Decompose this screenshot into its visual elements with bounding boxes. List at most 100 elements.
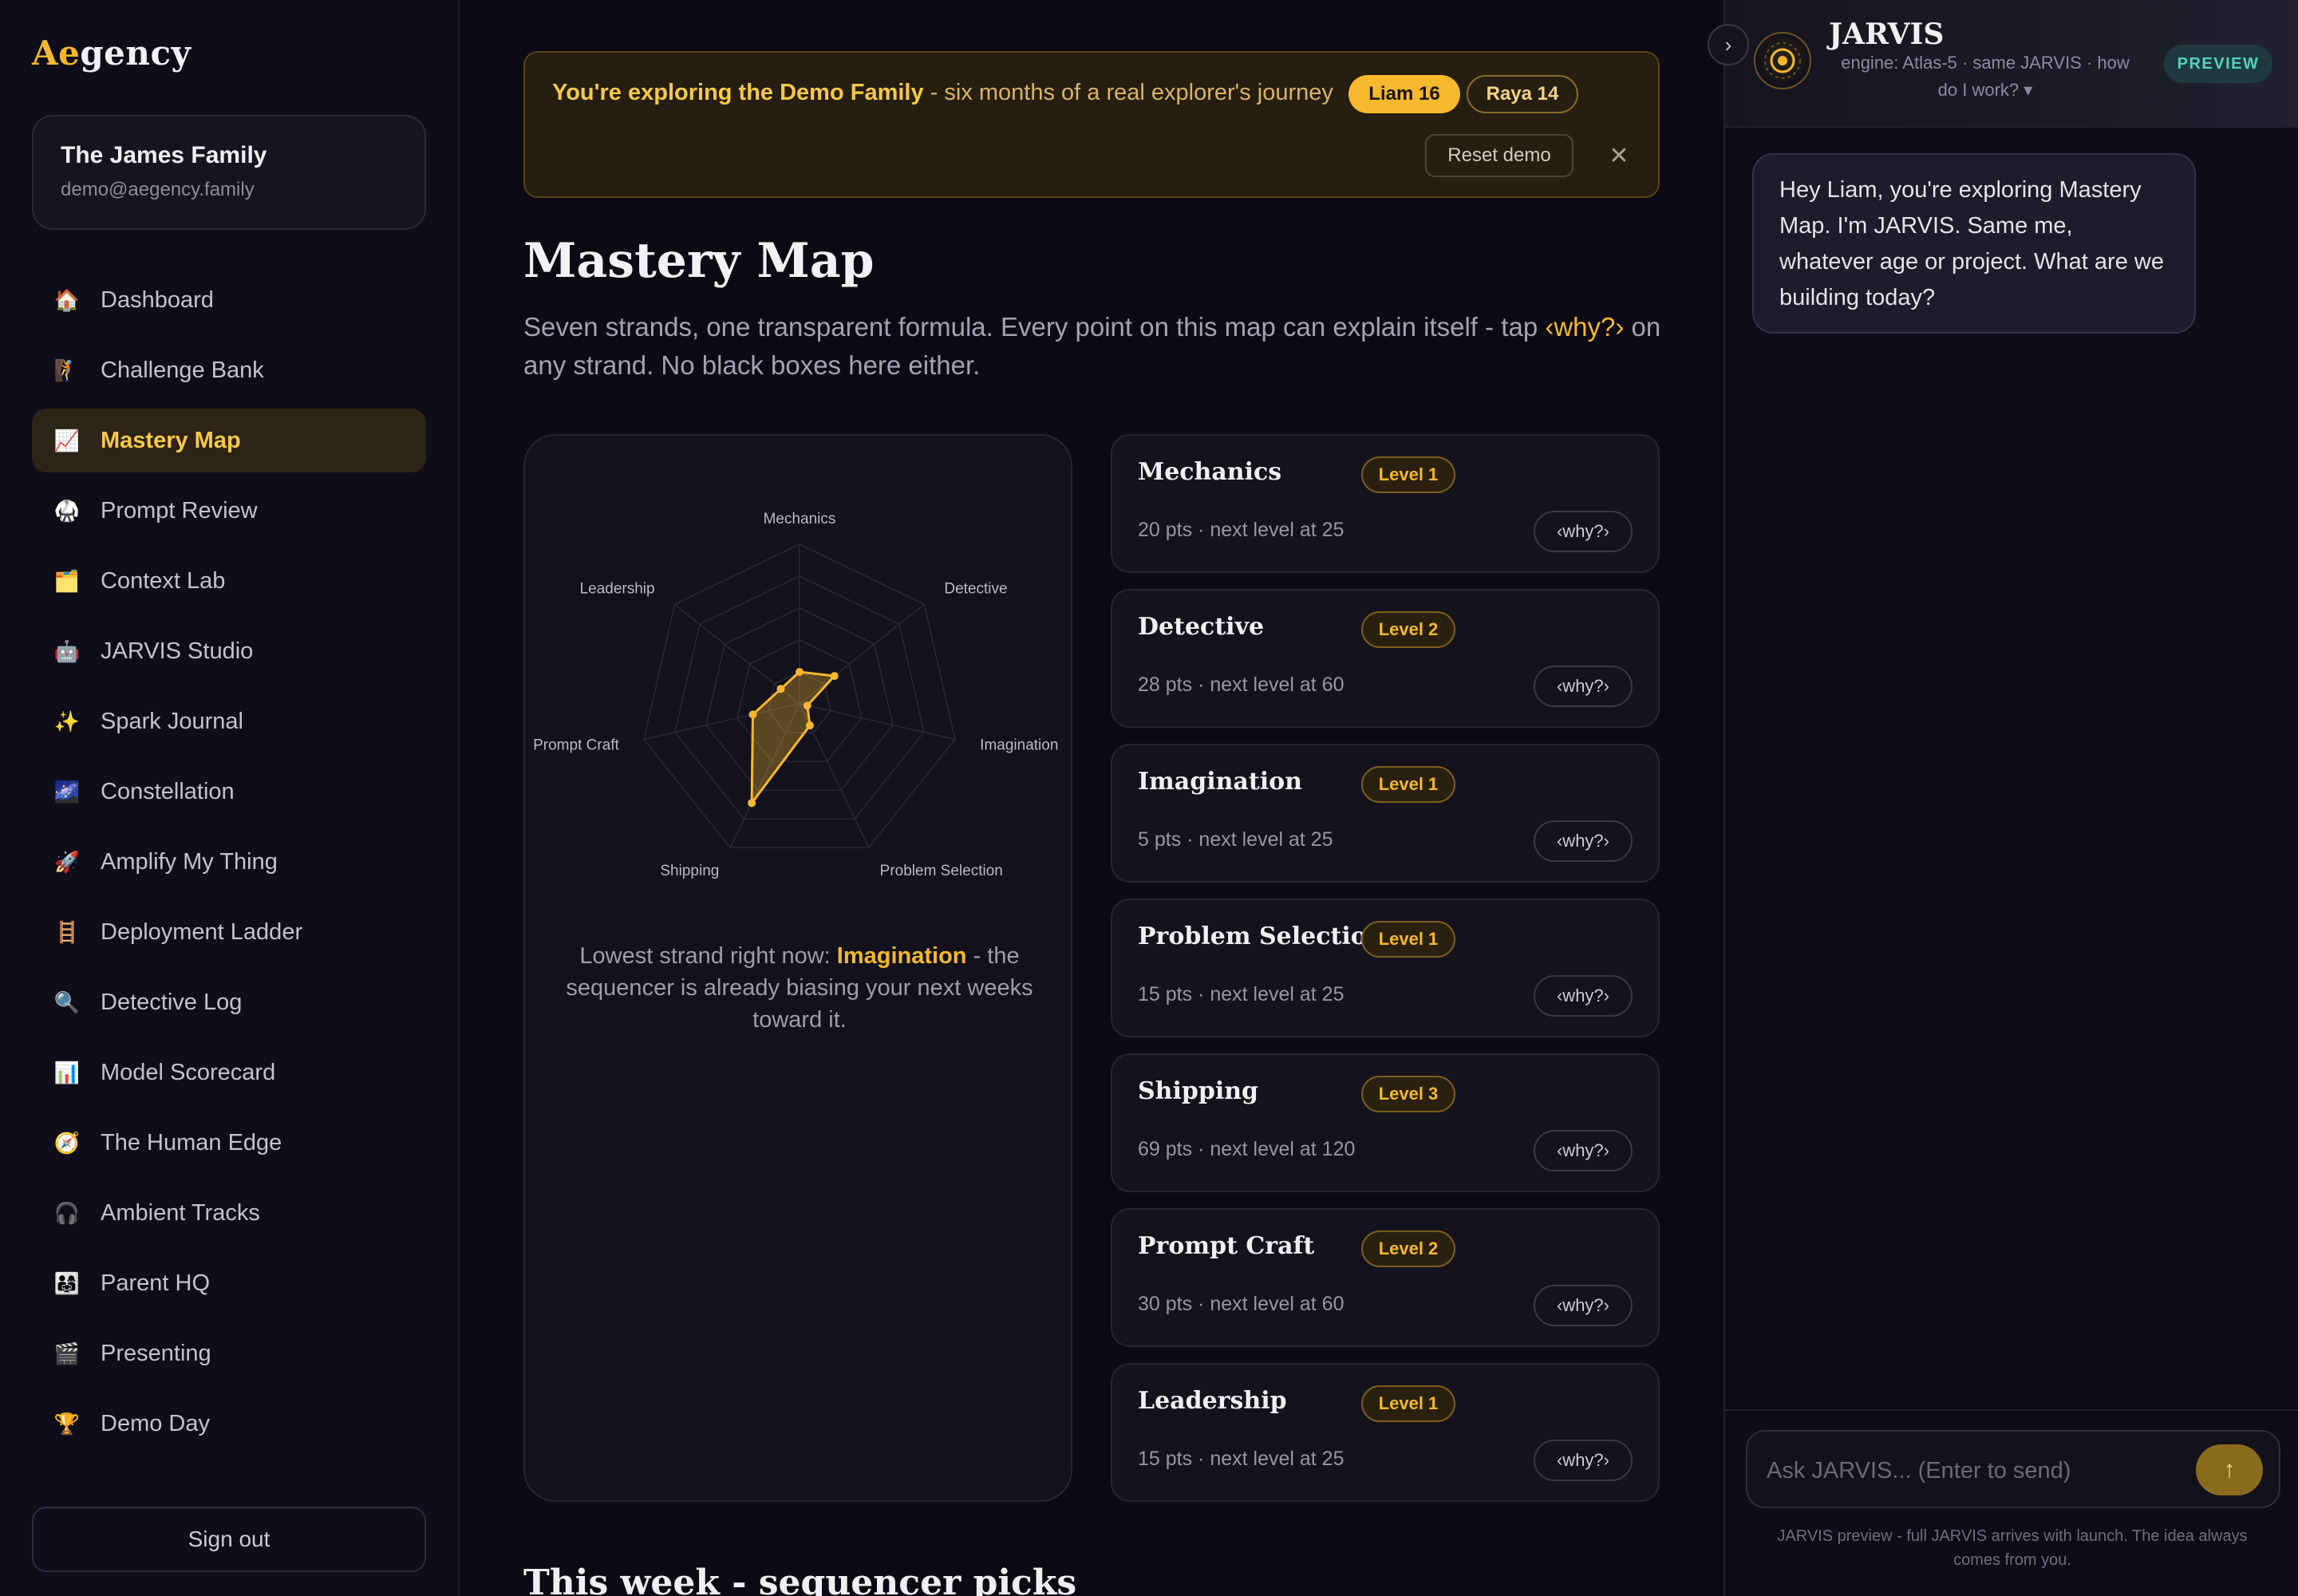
family-email: demo@aegency.family [61, 179, 255, 200]
mastery-radar-chart: Mechanics Detective Imagination Problem Sel… [533, 511, 1058, 879]
radar-axis-label: Prompt Craft [533, 737, 619, 754]
why-button[interactable]: ‹why?› [1534, 511, 1633, 552]
sidebar-item-parent-hq[interactable]: 👨‍👩‍👧 Parent HQ [32, 1251, 426, 1315]
send-arrow-icon[interactable]: ↑ [2196, 1444, 2263, 1495]
app-logo[interactable]: Aegency [32, 34, 191, 73]
strand-list: Mechanics Level 1 20 pts · next level at 2… [1111, 434, 1660, 1518]
sidebar-item-label: Challenge Bank [101, 357, 264, 383]
sidebar-item-label: Dashboard [101, 286, 214, 313]
close-icon[interactable]: ✕ [1599, 136, 1639, 176]
bar-chart-icon: 📊 [53, 1060, 81, 1084]
sidebar-item-label: Spark Journal [101, 708, 243, 734]
why-button[interactable]: ‹why?› [1534, 1440, 1633, 1481]
jarvis-message: Hey Liam, you're exploring Mastery Map. … [1752, 153, 2196, 334]
strand-level-badge: Level 1 [1361, 456, 1455, 493]
strand-level-badge: Level 2 [1361, 611, 1455, 648]
jarvis-chat-input[interactable] [1767, 1451, 2182, 1491]
banner-strong-text: You're exploring the Demo Family [552, 80, 924, 105]
why-button[interactable]: ‹why?› [1534, 975, 1633, 1017]
sidebar-item-demo-day[interactable]: 🏆 Demo Day [32, 1392, 426, 1456]
sidebar-item-constellation[interactable]: 🌌 Constellation [32, 760, 426, 824]
chart-up-icon: 📈 [53, 428, 81, 452]
sidebar-item-mastery-map[interactable]: 📈 Mastery Map [32, 409, 426, 472]
sign-out-button[interactable]: Sign out [32, 1507, 426, 1572]
sidebar-item-label: Prompt Review [101, 497, 258, 523]
sidebar-item-model-scorecard[interactable]: 📊 Model Scorecard [32, 1041, 426, 1104]
sidebar-item-label: Detective Log [101, 989, 243, 1015]
sidebar-item-challenge-bank[interactable]: 🧗 Challenge Bank [32, 338, 426, 402]
sidebar-item-label: JARVIS Studio [101, 638, 254, 664]
house-icon: 🏠 [53, 287, 81, 312]
sidebar-item-ambient-tracks[interactable]: 🎧 Ambient Tracks [32, 1181, 426, 1245]
why-button[interactable]: ‹why?› [1534, 666, 1633, 707]
radar-area [750, 670, 837, 807]
radar-card: Mechanics Detective Imagination Problem Sel… [523, 434, 1072, 1502]
sidebar-item-label: Amplify My Thing [101, 848, 278, 875]
page-description: Seven strands, one transparent formula. … [523, 308, 1664, 385]
why-button[interactable]: ‹why?› [1534, 1130, 1633, 1171]
sidebar-item-detective-log[interactable]: 🔍 Detective Log [32, 970, 426, 1034]
rocket-icon: 🚀 [53, 849, 81, 874]
logo-text: gency [80, 34, 192, 73]
reset-demo-button[interactable]: Reset demo [1425, 134, 1573, 177]
strand-level-badge: Level 1 [1361, 766, 1455, 803]
sidebar-item-the-human-edge[interactable]: 🧭 The Human Edge [32, 1111, 426, 1175]
lowest-strand-note: Lowest strand right now: Imagination - t… [565, 940, 1034, 1036]
sidebar-nav: 🏠 Dashboard 🧗 Challenge Bank 📈 Mastery Map 🥋 Pr… [32, 268, 426, 1462]
sidebar-item-jarvis-studio[interactable]: 🤖 JARVIS Studio [32, 619, 426, 683]
strand-name: Shipping [1138, 1077, 1259, 1105]
strand-card-leadership: Leadership Level 1 15 pts · next level at … [1111, 1363, 1660, 1502]
strand-card-prompt-craft: Prompt Craft Level 2 30 pts · next level a… [1111, 1208, 1660, 1347]
martial-arts-icon: 🥋 [53, 498, 81, 523]
strand-points: 15 pts · next level at 25 [1138, 983, 1344, 1005]
sidebar-item-label: Deployment Ladder [101, 918, 303, 945]
magnifier-icon: 🔍 [53, 990, 81, 1014]
sidebar-item-spark-journal[interactable]: ✨ Spark Journal [32, 689, 426, 753]
jarvis-avatar [1754, 32, 1811, 89]
strand-card-imagination: Imagination Level 1 5 pts · next level at … [1111, 744, 1660, 883]
family-icon: 👨‍👩‍👧 [53, 1270, 81, 1295]
strand-card-shipping: Shipping Level 3 69 pts · next level at 12… [1111, 1053, 1660, 1192]
sidebar-item-presenting[interactable]: 🎬 Presenting [32, 1321, 426, 1385]
jarvis-orb-icon [1764, 42, 1801, 79]
galaxy-icon: 🌌 [53, 779, 81, 804]
family-card[interactable]: The James Family demo@aegency.family [32, 115, 426, 230]
headphones-icon: 🎧 [53, 1200, 81, 1225]
radar-point-shipping [748, 799, 756, 808]
strand-level-badge: Level 3 [1361, 1076, 1455, 1112]
robot-icon: 🤖 [53, 638, 81, 663]
radar-data [748, 668, 839, 808]
strand-card-detective: Detective Level 2 28 pts · next level at 6… [1111, 589, 1660, 728]
desc-text-before: Seven strands, one transparent formula. … [523, 312, 1546, 342]
jarvis-name: JARVIS [1829, 18, 1945, 51]
sidebar-item-dashboard[interactable]: 🏠 Dashboard [32, 268, 426, 332]
profile-pill-raya[interactable]: Raya 14 [1467, 75, 1578, 113]
page-title: Mastery Map [523, 233, 875, 289]
climber-icon: 🧗 [53, 358, 81, 382]
radar-point-leadership [776, 685, 785, 693]
sidebar-item-context-lab[interactable]: 🗂️ Context Lab [32, 549, 426, 613]
jarvis-engine-info[interactable]: engine: Atlas-5 · same JARVIS · how do I… [1829, 49, 2142, 104]
main-content: You're exploring the Demo Family - six m… [461, 0, 1724, 1596]
strand-points: 69 pts · next level at 120 [1138, 1138, 1356, 1160]
radar-axis-label: Problem Selection [880, 863, 1003, 879]
strand-points: 15 pts · next level at 25 [1138, 1448, 1344, 1470]
sidebar-item-prompt-review[interactable]: 🥋 Prompt Review [32, 479, 426, 543]
strand-level-badge: Level 1 [1361, 1385, 1455, 1422]
strand-points: 20 pts · next level at 25 [1138, 519, 1344, 541]
sidebar-item-amplify-my-thing[interactable]: 🚀 Amplify My Thing [32, 830, 426, 894]
sidebar-item-deployment-ladder[interactable]: 🪜 Deployment Ladder [32, 900, 426, 964]
lowest-strand-name: Imagination [836, 943, 967, 969]
trophy-icon: 🏆 [53, 1411, 81, 1436]
sidebar-item-label: Ambient Tracks [101, 1199, 260, 1226]
radar-point-prompt-craft [748, 710, 757, 719]
why-button[interactable]: ‹why?› [1534, 820, 1633, 862]
strand-name: Prompt Craft [1138, 1232, 1315, 1260]
profile-pill-liam[interactable]: Liam 16 [1348, 75, 1460, 113]
why-button[interactable]: ‹why?› [1534, 1285, 1633, 1326]
sidebar-item-label: Demo Day [101, 1410, 210, 1436]
jarvis-footnote: JARVIS preview - full JARVIS arrives wit… [1777, 1527, 2248, 1569]
radar-point-detective [830, 672, 839, 681]
collapse-panel-button[interactable]: › [1708, 24, 1749, 65]
desc-why-link[interactable]: ‹why?› [1545, 312, 1624, 342]
